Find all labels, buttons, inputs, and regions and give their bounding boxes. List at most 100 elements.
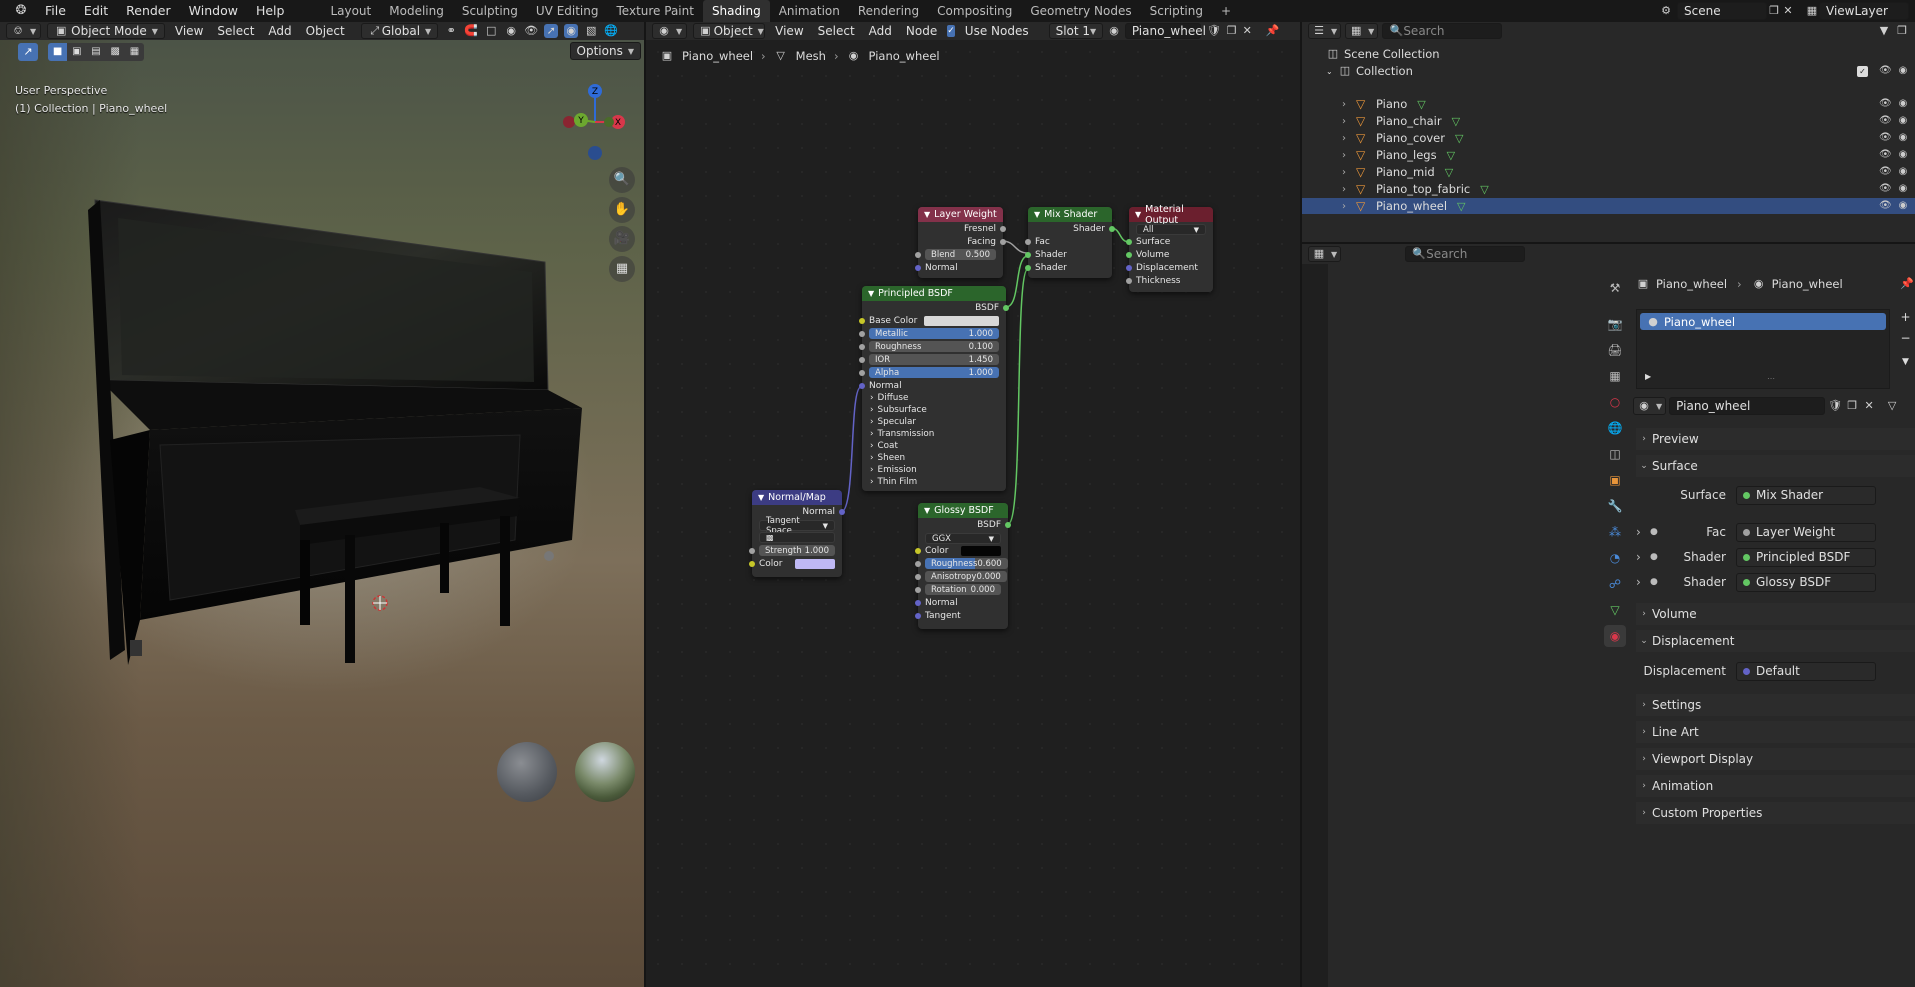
collection-tab-icon[interactable]: ◫ [1604, 443, 1626, 465]
tab-rendering[interactable]: Rendering [849, 0, 928, 22]
panel-displacement[interactable]: ⌄ Displacement [1636, 630, 1915, 652]
menu-render[interactable]: Render [117, 0, 180, 22]
thickness-socket[interactable] [1126, 277, 1132, 284]
material-output-node[interactable]: ▼ Material Output All ▼ Surface Volume Dis… [1126, 204, 1213, 292]
outliner-object-row[interactable]: › ▽ Piano_mid ▽ 👁 ◉ [1302, 164, 1915, 180]
blender-logo-icon[interactable]: ❂ [14, 4, 28, 18]
base-color-swatch[interactable] [924, 315, 999, 326]
panel-line-art[interactable]: › Line Art [1636, 721, 1915, 743]
unlink-material-icon[interactable]: ✕ [1243, 24, 1252, 38]
camera-icon[interactable]: ◉ [1897, 132, 1909, 144]
camera-icon[interactable]: ◉ [1897, 98, 1909, 110]
panel-animation[interactable]: › Animation [1636, 775, 1915, 797]
ior-field[interactable]: IOR 1.450 [869, 354, 999, 365]
expand-arrow-icon[interactable]: › [1342, 133, 1356, 144]
physics-tab-icon[interactable]: ◔ [1604, 547, 1626, 569]
eye-icon[interactable]: 👁 [1879, 200, 1892, 212]
shader1-expand-icon[interactable]: › [1636, 550, 1650, 564]
shader-a-socket[interactable] [1025, 251, 1031, 258]
mix-shader-node[interactable]: ▼ Mix Shader Shader Fac Shader Shader [1025, 207, 1115, 278]
view-layer-selector[interactable]: ViewLayer [1819, 2, 1909, 20]
tab-modeling[interactable]: Modeling [380, 0, 453, 22]
displacement-input-field[interactable]: Default [1736, 661, 1876, 681]
panel-custom-properties[interactable]: › Custom Properties [1636, 802, 1915, 824]
expand-arrow-icon[interactable]: › [1342, 99, 1356, 110]
panel-diffuse[interactable]: › Diffuse [862, 392, 1006, 404]
camera-icon[interactable]: ◉ [1897, 149, 1909, 161]
shader-node-editor[interactable]: ▣ Piano_wheel › ▽ Mesh › ◉ Piano_wheel ▼ Lay… [646, 40, 1301, 987]
viewport-menu-view[interactable]: View [171, 24, 207, 38]
base-color-socket[interactable] [859, 317, 865, 324]
roughness-field[interactable]: Roughness 0.100 [869, 341, 999, 352]
surface-shader-field[interactable]: Mix Shader [1736, 485, 1876, 505]
tab-uv-editing[interactable]: UV Editing [527, 0, 608, 22]
use-nodes-checkbox[interactable]: ✓ [947, 25, 955, 37]
uv-map-field[interactable]: ▩ [759, 532, 835, 543]
shader-b-socket[interactable] [1025, 264, 1031, 271]
expand-arrow-icon[interactable]: › [1342, 167, 1356, 178]
outliner-search-input[interactable]: 🔍 Search [1382, 23, 1503, 39]
proportional-edit-icon[interactable]: ◉ [504, 24, 518, 38]
glossy-color-socket[interactable] [915, 547, 921, 554]
glossy-normal-socket[interactable] [915, 599, 921, 606]
metallic-socket[interactable] [859, 330, 865, 337]
scene-selector[interactable]: Scene [1677, 2, 1767, 20]
eye-icon[interactable]: 👁 [1879, 98, 1892, 110]
collection-checkbox[interactable]: ✓ [1857, 65, 1868, 77]
matcap-sphere[interactable] [497, 742, 557, 802]
shader-type-dropdown[interactable]: ▣ Object ▼ [693, 23, 766, 39]
eye-icon[interactable]: 👁 [1879, 65, 1892, 77]
tab-layout[interactable]: Layout [321, 0, 380, 22]
shader2-input-field[interactable]: Glossy BSDF [1736, 572, 1876, 592]
browse-material-button[interactable]: ◉ ▼ [1633, 397, 1667, 415]
shader2-expand-icon[interactable]: › [1636, 575, 1650, 589]
normal-color-swatch[interactable] [795, 558, 835, 569]
eye-icon[interactable]: 👁 [1879, 149, 1892, 161]
fresnel-socket[interactable] [1000, 225, 1006, 232]
filter-icon[interactable]: ▼ [1877, 24, 1891, 38]
mix-shader-out-socket[interactable] [1109, 225, 1115, 232]
properties-editor-type[interactable]: ▦ ▼ [1308, 246, 1342, 262]
normal-color-socket[interactable] [749, 560, 755, 567]
object-name[interactable]: Piano_mid [1376, 165, 1435, 179]
modifier-tab-icon[interactable]: 🔧 [1604, 495, 1626, 517]
camera-icon[interactable]: ◉ [1897, 200, 1909, 212]
panel-emission[interactable]: › Emission [862, 464, 1006, 476]
properties-search-input[interactable]: 🔍 Search [1405, 246, 1526, 262]
snap-icon[interactable]: 🧲 [464, 24, 478, 38]
duplicate-material-icon[interactable]: ❐ [1845, 399, 1859, 413]
anisotropy-field[interactable]: Anisotropy 0.000 [925, 571, 1007, 582]
rotation-socket[interactable] [915, 586, 921, 593]
normal-map-out-socket[interactable] [839, 508, 845, 515]
rotation-field[interactable]: Rotation 0.000 [925, 584, 1001, 595]
object-mode-dropdown[interactable]: ▣ Object Mode ▼ [47, 23, 165, 39]
panel-volume[interactable]: › Volume [1636, 603, 1915, 625]
glossy-bsdf-out-socket[interactable] [1005, 521, 1011, 528]
slot-dropdown[interactable]: Slot 1 ▼ [1048, 23, 1104, 39]
anisotropy-socket[interactable] [915, 573, 921, 580]
outliner-object-row[interactable]: › ▽ Piano ▽ 👁 ◉ [1302, 96, 1915, 112]
tool-tab-icon[interactable]: ⚒ [1604, 277, 1626, 299]
object-tab-icon[interactable]: ▣ [1604, 469, 1626, 491]
duplicate-material-icon[interactable]: ❐ [1227, 24, 1237, 38]
glossy-roughness-field[interactable]: Roughness 0.600 [925, 558, 1008, 569]
glossy-color-swatch[interactable] [961, 545, 1001, 556]
slot-specials-button[interactable]: ▼ [1898, 357, 1913, 373]
glossy-bsdf-node[interactable]: ▼ Glossy BSDF BSDF GGX ▼ Color Roughness 0.… [915, 503, 1011, 629]
normal-map-node[interactable]: ▼ Normal/Map Normal Tangent Space ▼ ▩ Stre… [749, 490, 845, 577]
node-editor-type-button[interactable]: ◉ ▼ [652, 23, 688, 39]
slot-resize-handle[interactable]: ⋯ [1767, 374, 1775, 383]
expand-arrow-icon[interactable]: › [1342, 201, 1356, 212]
hdri-sphere[interactable] [575, 742, 635, 802]
output-tab-icon[interactable]: 🖨 [1604, 339, 1626, 361]
pin-icon[interactable]: 📌 [1266, 24, 1280, 38]
view-layer-tab-icon[interactable]: ▦ [1604, 365, 1626, 387]
scene-tab-icon[interactable]: ○ [1604, 391, 1626, 413]
remove-slot-button[interactable]: − [1898, 331, 1913, 347]
fac-socket[interactable] [1025, 238, 1031, 245]
blend-field[interactable]: Blend 0.500 [925, 249, 996, 260]
panel-settings[interactable]: › Settings [1636, 694, 1915, 716]
tab-compositing[interactable]: Compositing [928, 0, 1021, 22]
scene-icon[interactable]: ⚙ [1659, 4, 1673, 18]
fac-input-field[interactable]: Layer Weight [1736, 522, 1876, 542]
